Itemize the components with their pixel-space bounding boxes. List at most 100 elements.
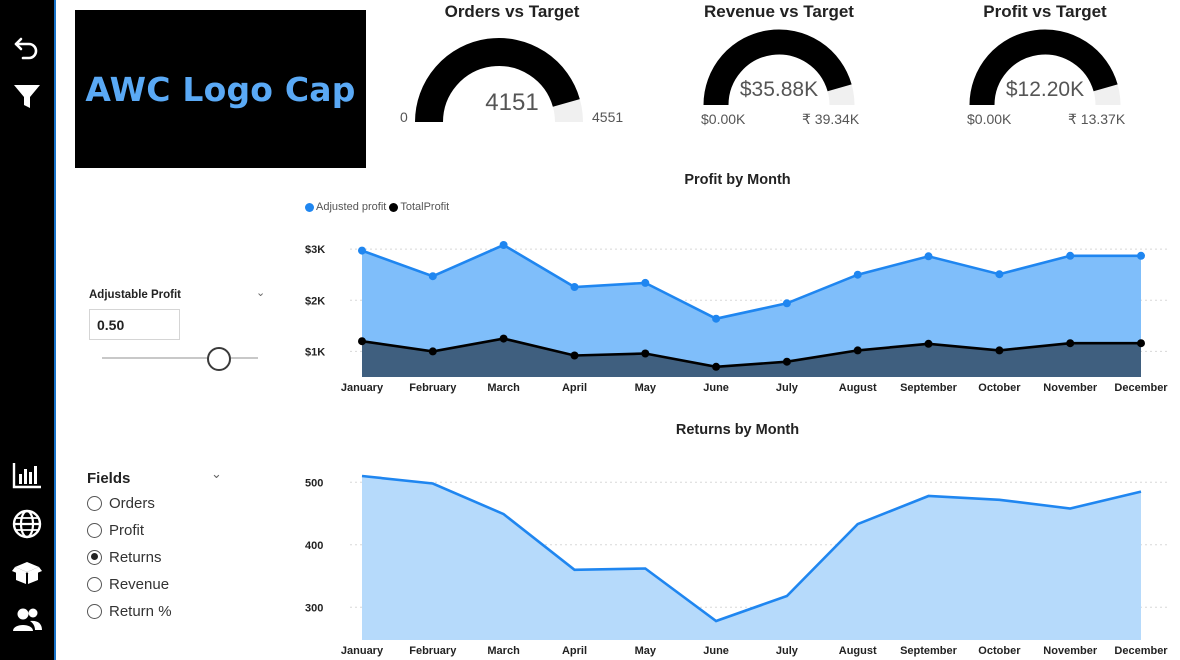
globe-icon[interactable] [8,507,46,541]
legend-item[interactable]: Adjusted profit [305,201,386,213]
chevron-down-icon[interactable]: ⌄ [256,286,265,299]
y-tick-label: $3K [305,244,325,256]
gauge-min: 0 [400,109,408,125]
data-point [1137,251,1145,260]
orders-gauge[interactable]: Orders vs Target 4151 0 4551 [400,0,624,130]
gauge-max: ₹ 39.34K [802,111,860,127]
users-icon[interactable] [8,603,46,637]
gauge-min: $0.00K [701,111,746,127]
radio-label: Return % [109,602,172,620]
data-point [428,272,437,281]
back-arrow-icon[interactable] [8,30,46,64]
data-point [641,349,650,358]
legend-marker [305,202,314,212]
legend-label: TotalProfit [400,201,450,213]
x-tick-label: July [776,382,799,394]
gauge-value: 4151 [485,89,539,116]
profit-gauge[interactable]: Profit vs Target $12.20K $0.00K ₹ 13.37K [955,0,1135,130]
data-point [358,246,366,255]
data-point [1137,339,1145,348]
x-tick-label: June [703,382,729,394]
y-tick-label: 300 [305,602,323,614]
adjustable-profit-label: Adjustable Profit [89,289,182,301]
x-tick-label: February [409,382,457,394]
data-point [853,270,862,279]
radio-button[interactable] [87,549,102,565]
x-tick-label: June [703,645,729,657]
gauge-value: $12.20K [1005,78,1085,101]
gauge-min: $0.00K [967,111,1012,127]
data-point [428,347,437,356]
x-tick-label: March [487,382,520,394]
x-tick-label: May [635,645,657,657]
radio-label: Revenue [109,575,170,593]
x-tick-label: August [839,382,877,394]
legend-label: Adjusted profit [316,201,387,213]
revenue-gauge[interactable]: Revenue vs Target $35.88K $0.00K ₹ 39.34… [689,0,869,130]
logo-text: AWC Logo Cap [85,69,356,109]
data-point [641,278,650,287]
adjustable-profit-input[interactable]: 0.50 [89,309,180,340]
x-tick-label: July [776,645,799,657]
x-tick-label: January [341,382,384,394]
chart-legend: Adjusted profit TotalProfit [305,201,452,213]
radio-option[interactable]: Orders [87,493,155,513]
gauge-max: ₹ 13.37K [1068,111,1126,127]
radio-button[interactable] [87,603,102,619]
x-tick-label: October [978,645,1021,657]
x-tick-label: November [1043,645,1098,657]
data-point [570,351,579,360]
x-tick-label: December [1114,645,1168,657]
radio-button[interactable] [87,522,102,538]
radio-label: Returns [109,548,162,566]
legend-item[interactable]: TotalProfit [389,201,449,213]
returns-by-month-chart[interactable]: 300 400 500 January February March April May Jun… [295,455,1180,660]
fields-title: Fields [87,470,131,487]
radio-button[interactable] [87,576,102,592]
data-point [570,283,579,291]
data-point [499,334,508,343]
chart-title: Profit by Month [684,172,791,188]
slider-track[interactable] [102,357,258,359]
data-point [782,299,791,308]
data-point [995,270,1004,279]
y-tick-label: 500 [305,477,323,489]
gauge-max: 4551 [592,109,624,125]
radio-option[interactable]: Returns [87,547,162,567]
data-point [499,241,508,249]
data-point [995,346,1004,355]
data-point [1066,339,1075,348]
radio-label: Profit [109,521,145,539]
series-area [362,476,1141,640]
logo-placeholder: AWC Logo Cap [75,10,366,168]
data-point [712,362,721,371]
x-tick-label: April [562,382,587,394]
box-icon[interactable] [8,555,46,589]
x-tick-label: December [1114,382,1168,394]
legend-marker [389,202,399,212]
radio-button[interactable] [87,495,102,511]
radio-option[interactable]: Return % [87,601,172,621]
x-tick-label: March [487,645,520,657]
filter-icon[interactable] [8,79,46,113]
gauge-value: $35.88K [739,78,819,101]
profit-by-month-chart[interactable]: $1K $2K $3K January February March April May Jun… [295,225,1180,405]
radio-option[interactable]: Profit [87,520,144,540]
x-tick-label: November [1043,382,1098,394]
y-tick-label: 400 [305,540,323,552]
data-point [924,339,933,348]
radio-option[interactable]: Revenue [87,574,169,594]
x-tick-label: January [341,645,384,657]
x-tick-label: October [978,382,1021,394]
x-tick-label: April [562,645,587,657]
chevron-down-icon[interactable]: ⌄ [211,466,222,482]
data-point [358,337,366,346]
slider-handle[interactable] [207,347,231,371]
bar-chart-icon[interactable] [8,458,46,492]
x-tick-label: August [839,645,877,657]
data-point [1066,251,1075,260]
data-point [712,314,721,323]
x-tick-label: September [900,645,958,657]
data-point [924,252,933,261]
data-point [782,357,791,366]
